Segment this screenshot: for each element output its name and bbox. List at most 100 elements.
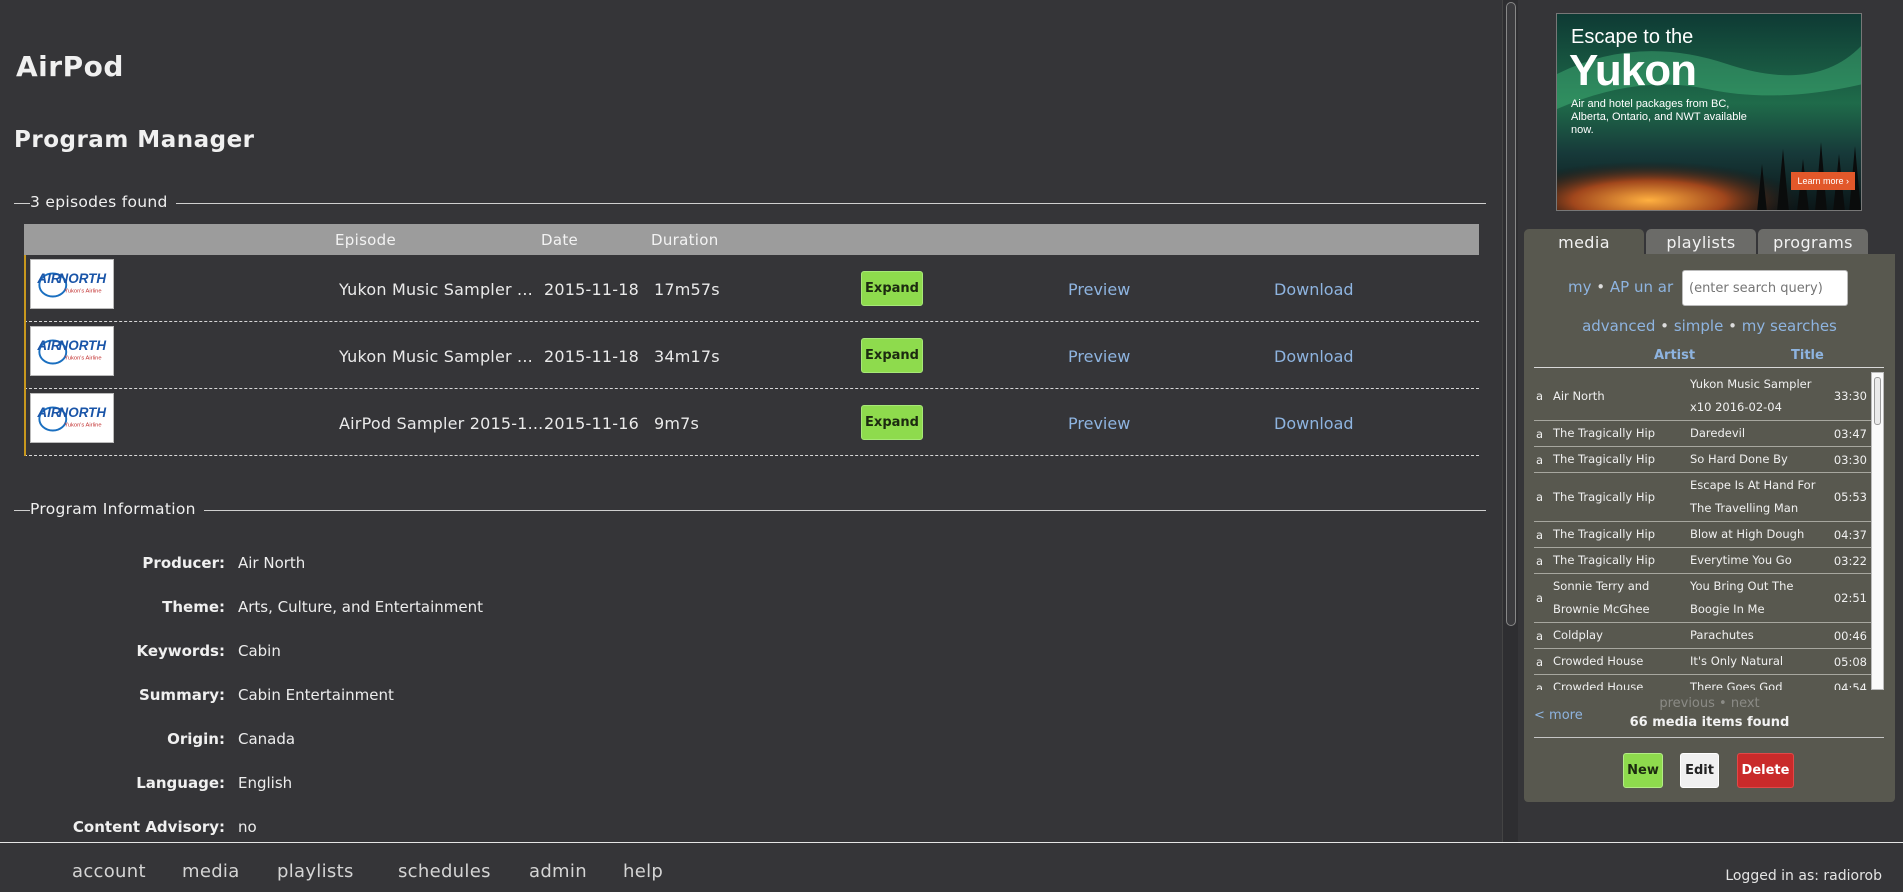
preview-link[interactable]: Preview xyxy=(1068,414,1130,433)
column-header-duration[interactable]: Duration xyxy=(651,231,719,249)
episode-row[interactable]: AIR NORTH Yukon's Airline Yukon Music Samp… xyxy=(24,322,1479,389)
nav-admin[interactable]: admin xyxy=(529,861,587,882)
search-scope-links: my • AP un ar xyxy=(1568,278,1673,296)
footer-nav: account media playlists schedules admin … xyxy=(0,842,1903,892)
episode-row[interactable]: AIR NORTH Yukon's Airline AirPod Sampler 2… xyxy=(24,389,1479,456)
delete-button[interactable]: Delete xyxy=(1737,753,1794,788)
download-link[interactable]: Download xyxy=(1274,347,1354,366)
main-content: AirPod Program Manager 3 episodes found … xyxy=(0,0,1500,842)
expand-button[interactable]: Expand xyxy=(861,405,923,440)
pager-next[interactable]: next xyxy=(1731,696,1760,711)
nav-account[interactable]: account xyxy=(72,861,146,882)
info-row-content-advisory: Content Advisory: no xyxy=(0,812,800,842)
search-mode-advanced[interactable]: advanced xyxy=(1582,317,1655,335)
pager-previous[interactable]: previous xyxy=(1659,696,1715,711)
info-value: Cabin xyxy=(238,642,281,660)
media-artist: Sonnie Terry and Brownie McGhee xyxy=(1553,579,1650,616)
info-label: Theme: xyxy=(162,598,225,616)
search-input[interactable] xyxy=(1682,270,1848,306)
media-title: Yukon Music Sampler x10 2016-02-04 xyxy=(1690,377,1812,414)
nav-help[interactable]: help xyxy=(623,861,663,882)
collapse-toggle-icon[interactable] xyxy=(14,510,24,511)
tab-media[interactable]: media xyxy=(1524,229,1644,255)
media-artist: The Tragically Hip xyxy=(1553,553,1656,567)
nav-schedules[interactable]: schedules xyxy=(398,861,491,882)
media-artist: Crowded House xyxy=(1553,654,1644,668)
expand-button[interactable]: Expand xyxy=(861,271,923,306)
media-artist: The Tragically Hip xyxy=(1553,527,1656,541)
svg-text:NORTH: NORTH xyxy=(59,338,107,353)
media-title: Blow at High Dough xyxy=(1690,527,1805,541)
svg-text:Yukon's Airline: Yukon's Airline xyxy=(64,423,101,429)
media-type: a xyxy=(1536,553,1544,568)
episode-row[interactable]: AIR NORTH Yukon's Airline Yukon Music Samp… xyxy=(24,255,1479,322)
media-panel: my • AP un ar advanced • simple • my sea… xyxy=(1524,254,1895,802)
tab-programs[interactable]: programs xyxy=(1758,229,1868,255)
media-type: a xyxy=(1536,490,1544,504)
tab-playlists[interactable]: playlists xyxy=(1646,229,1756,255)
svg-text:NORTH: NORTH xyxy=(59,405,107,420)
media-item[interactable]: a Sonnie Terry and Brownie McGhee You Br… xyxy=(1534,574,1871,623)
media-title: There Goes God xyxy=(1690,680,1783,690)
new-button[interactable]: New xyxy=(1623,753,1663,788)
expand-button[interactable]: Expand xyxy=(861,338,923,373)
separator: • xyxy=(1660,317,1670,335)
divider xyxy=(24,203,1486,204)
preview-link[interactable]: Preview xyxy=(1068,347,1130,366)
search-scope-my[interactable]: my xyxy=(1568,278,1592,296)
nav-media[interactable]: media xyxy=(182,861,240,882)
row-accent xyxy=(24,389,26,456)
scrollbar-thumb[interactable] xyxy=(1874,377,1881,425)
media-item[interactable]: a Coldplay Parachutes 00:46 xyxy=(1534,623,1871,649)
media-item[interactable]: a Crowded House There Goes God 04:54 xyxy=(1534,675,1871,690)
episode-title: Yukon Music Sampler ... xyxy=(339,347,533,366)
edit-button[interactable]: Edit xyxy=(1680,753,1719,788)
separator: • xyxy=(1596,278,1606,296)
sidebar-tabs: media playlists programs xyxy=(1524,229,1895,255)
main-scrollbar[interactable] xyxy=(1502,0,1518,842)
media-item[interactable]: a The Tragically Hip So Hard Done By 03:… xyxy=(1534,447,1871,473)
info-row-summary: Summary: Cabin Entertainment xyxy=(0,680,800,724)
episode-title: AirPod Sampler 2015-1... xyxy=(339,414,544,433)
search-mode-simple[interactable]: simple xyxy=(1674,317,1724,335)
media-list-scrollbar[interactable] xyxy=(1871,372,1884,690)
media-duration: 03:47 xyxy=(1833,426,1867,441)
column-header-artist[interactable]: Artist xyxy=(1654,348,1695,363)
media-type: a xyxy=(1536,628,1544,643)
ad-learn-more-button[interactable]: Learn more › xyxy=(1791,172,1855,190)
scrollbar-thumb[interactable] xyxy=(1506,2,1516,626)
download-link[interactable]: Download xyxy=(1274,414,1354,433)
media-item[interactable]: a Air North Yukon Music Sampler x10 2016… xyxy=(1534,372,1871,421)
media-item[interactable]: a The Tragically Hip Blow at High Dough … xyxy=(1534,522,1871,548)
media-item[interactable]: a Crowded House It's Only Natural 05:08 xyxy=(1534,649,1871,675)
download-link[interactable]: Download xyxy=(1274,280,1354,299)
media-list[interactable]: a Air North Yukon Music Sampler x10 2016… xyxy=(1534,372,1871,690)
media-type: a xyxy=(1536,591,1544,605)
search-mode-my-searches[interactable]: my searches xyxy=(1742,317,1837,335)
media-title: Everytime You Go xyxy=(1690,553,1792,567)
nav-playlists[interactable]: playlists xyxy=(277,861,354,882)
media-artist: The Tragically Hip xyxy=(1553,452,1656,466)
search-modes: advanced • simple • my searches xyxy=(1524,317,1895,335)
episode-date: 2015-11-18 xyxy=(544,347,639,366)
column-header-title[interactable]: Title xyxy=(1791,348,1824,363)
episode-duration: 9m7s xyxy=(654,414,700,433)
page-title: Program Manager xyxy=(14,127,255,153)
media-type: a xyxy=(1536,426,1544,441)
preview-link[interactable]: Preview xyxy=(1068,280,1130,299)
collapse-toggle-icon[interactable] xyxy=(14,203,24,204)
media-item[interactable]: a The Tragically Hip Daredevil 03:47 xyxy=(1534,421,1871,447)
media-duration: 02:51 xyxy=(1833,591,1867,605)
media-duration: 05:08 xyxy=(1833,654,1867,669)
media-item[interactable]: a The Tragically Hip Everytime You Go 03… xyxy=(1534,548,1871,574)
media-item[interactable]: a The Tragically Hip Escape Is At Hand F… xyxy=(1534,473,1871,522)
info-label: Producer: xyxy=(142,554,225,572)
column-header-episode[interactable]: Episode xyxy=(335,231,396,249)
search-scope-ap[interactable]: AP un ar xyxy=(1610,278,1673,296)
row-accent xyxy=(24,255,26,322)
media-artist: Air North xyxy=(1553,388,1605,403)
yukon-ad-banner[interactable]: Escape to the Yukon Air and hotel packag… xyxy=(1556,13,1862,211)
column-header-date[interactable]: Date xyxy=(541,231,578,249)
media-title: So Hard Done By xyxy=(1690,452,1788,466)
episodes-table-header: Episode Date Duration xyxy=(24,224,1479,255)
